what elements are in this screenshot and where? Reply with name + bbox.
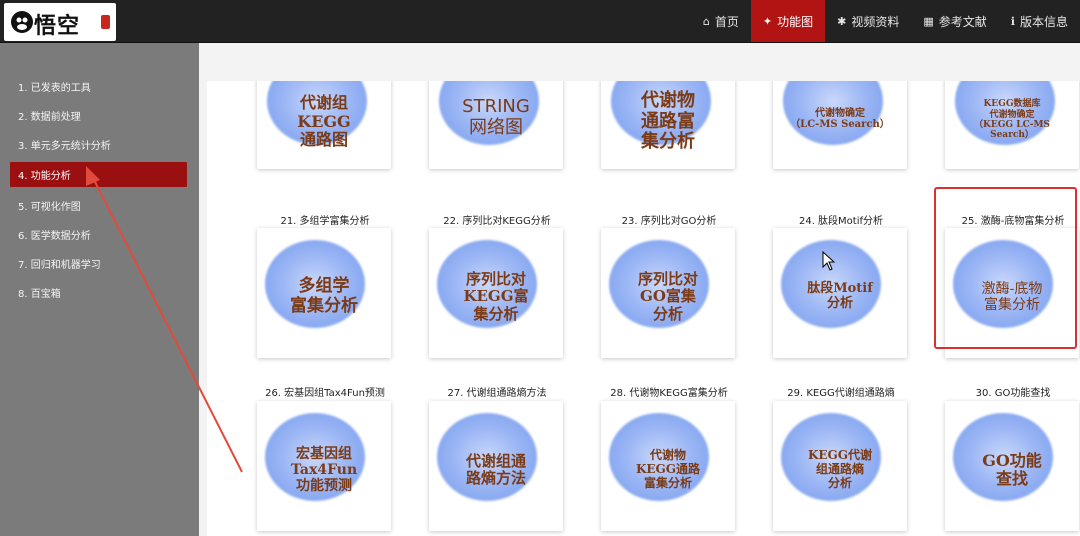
nav-references[interactable]: ▦ 参考文献 [911,0,998,42]
tile-blob [611,81,711,145]
tile-kinase-substrate-enrichment[interactable]: 激酶-底物 富集分析 [945,228,1079,358]
logo-seal [101,15,110,29]
logo-text: 悟空 [34,13,81,39]
tile-blob [439,81,539,145]
tile-metabolite-pathway-enrichment[interactable]: 代谢物 通路富 集分析 [601,81,735,169]
tile-blob [265,413,365,501]
nav-version[interactable]: ℹ 版本信息 [999,0,1080,42]
tile-metabolite-identification[interactable]: 代谢物确定 （LC-MS Search） [773,81,907,169]
table-icon: ▦ [923,14,934,28]
sidebar-item-toolbox[interactable]: 8. 百宝箱 [0,281,186,303]
tile-caption: 30. GO功能查找 [975,388,1051,399]
tile-sequence-kegg-analysis[interactable]: 序列比对 KEGG富 集分析 [429,228,563,358]
tile-kegg-metabolite-identification[interactable]: KEGG数据库 代谢物确定 （KEGG LC-MS Search） [945,81,1079,169]
nav-function-map-label: 功能图 [777,14,814,29]
tile-metabolite-kegg-enrichment[interactable]: 代谢物 KEGG通路 富集分析 [601,401,735,531]
nav-video[interactable]: ✱ 视频资料 [825,0,911,42]
tile-blob [781,413,881,501]
mouse-cursor-icon [822,251,836,271]
tile-sequence-go-analysis[interactable]: 序列比对 GO富集 分析 [601,228,735,358]
tile-blob [783,81,883,145]
nav-home[interactable]: ⌂ 首页 [691,0,751,42]
sidebar-item-function-analysis[interactable]: 4. 功能分析 [10,162,187,187]
tile-caption: 27. 代谢组通路熵方法 [447,388,547,399]
monkey-logo-icon [11,11,33,33]
sidebar-menu: 1. 已发表的工具 2. 数据前处理 3. 单元多元统计分析 4. 功能分析 5… [0,75,199,310]
tile-go-function-lookup[interactable]: GO功能 查找 [945,401,1079,531]
sidebar-item-machine-learning[interactable]: 7. 回归和机器学习 [0,252,186,274]
sidebar-item-preprocessing[interactable]: 2. 数据前处理 [0,104,186,126]
tile-blob [265,240,365,328]
nav-function-map[interactable]: ✦ 功能图 [750,0,826,42]
tile-blob [609,240,709,328]
info-icon: ℹ [1010,14,1015,28]
tile-metabolome-pathway-entropy[interactable]: 代谢组通 路熵方法 [429,401,563,531]
function-icon: ✦ [762,14,773,28]
tile-metagenome-tax4fun[interactable]: 宏基因组 Tax4Fun 功能预测 [257,401,391,531]
tile-blob [267,81,367,145]
nav-video-label: 视频资料 [851,14,900,29]
top-navbar: 悟空 ⌂ 首页 ✦ 功能图 ✱ 视频资料 ▦ 参考文献 ℹ 版本信息 [0,0,1080,43]
tile-caption: 29. KEGG代谢组通路熵 [787,388,895,399]
tile-caption: 24. 肽段Motif分析 [798,216,884,227]
sidebar: 1. 已发表的工具 2. 数据前处理 3. 单元多元统计分析 4. 功能分析 5… [0,43,199,536]
tile-blob [953,413,1053,501]
nav-home-label: 首页 [714,14,739,29]
sidebar-item-visualization[interactable]: 5. 可视化作图 [0,194,186,216]
sidebar-item-published-tools[interactable]: 1. 已发表的工具 [0,75,186,97]
video-icon: ✱ [837,14,847,28]
tile-string-network[interactable]: STRING 网络图 [429,81,563,169]
tile-caption: 21. 多组学富集分析 [280,216,370,227]
tile-caption: 25. 激酶-底物富集分析 [961,216,1065,227]
tile-grid: 代谢组 KEGG 通路图 STRING 网络图 代谢物 通路富 集分析 代谢物确… [207,81,1080,536]
main-area: 代谢组 KEGG 通路图 STRING 网络图 代谢物 通路富 集分析 代谢物确… [199,43,1080,536]
sidebar-item-medical-data[interactable]: 6. 医学数据分析 [0,223,186,245]
tile-caption: 26. 宏基因组Tax4Fun预测 [265,388,385,399]
tile-peptide-motif-analysis[interactable]: 肽段Motif 分析 [773,228,907,358]
tile-caption: 28. 代谢物KEGG富集分析 [610,388,728,399]
tile-blob [953,240,1053,328]
tile-blob [955,81,1055,145]
tile-blob [609,413,709,501]
tile-caption: 23. 序列比对GO分析 [621,216,717,227]
sidebar-item-statistics[interactable]: 3. 单元多元统计分析 [0,133,186,155]
tile-metabolome-kegg-pathway[interactable]: 代谢组 KEGG 通路图 [257,81,391,169]
logo[interactable]: 悟空 [4,3,116,41]
tile-multiomics-enrichment[interactable]: 多组学 富集分析 [257,228,391,358]
nav-references-label: 参考文献 [938,14,987,29]
tile-kegg-metabolome-entropy[interactable]: KEGG代谢 组通路熵 分析 [773,401,907,531]
tile-caption: 22. 序列比对KEGG分析 [443,216,551,227]
tile-blob [437,413,537,501]
home-icon: ⌂ [702,14,710,28]
tile-blob [437,240,537,328]
nav-version-label: 版本信息 [1019,14,1068,29]
